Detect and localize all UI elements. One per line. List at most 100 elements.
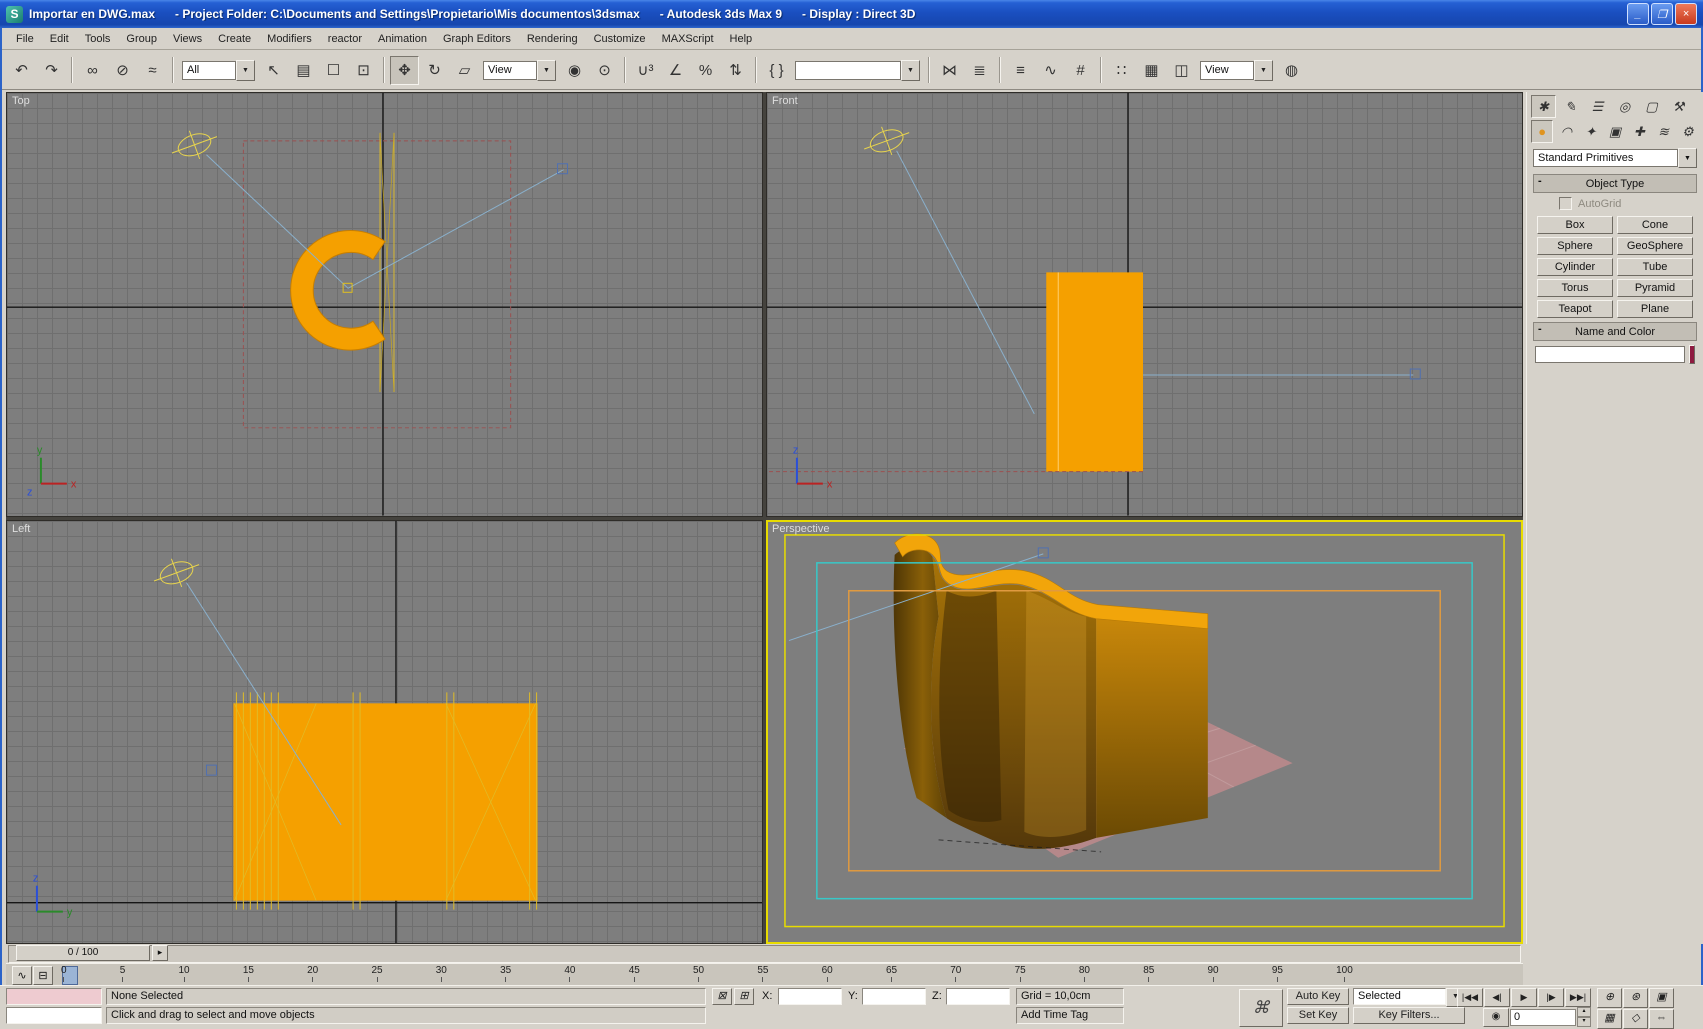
named-selection-dropdown[interactable]: ▼	[795, 59, 920, 81]
close-button[interactable]: ×	[1675, 3, 1697, 25]
extruded-c-shape-top-view[interactable]	[290, 230, 386, 351]
z-coordinate-field[interactable]	[946, 988, 1010, 1005]
subtab-shapes[interactable]: ◠	[1555, 120, 1577, 143]
object-type-rollout-header[interactable]: - Object Type	[1533, 174, 1697, 193]
extrusion-wireframe-edge[interactable]	[379, 132, 395, 392]
object-type-button[interactable]: Teapot	[1537, 300, 1613, 318]
extruded-c-shape-3d[interactable]	[893, 533, 1209, 849]
unlink-selection-button[interactable]: ⊘	[108, 56, 137, 85]
helper-node-square[interactable]	[1409, 368, 1421, 380]
subtab-lights[interactable]: ✦	[1580, 120, 1602, 143]
open-mini-curve-editor-button[interactable]: ∿	[12, 966, 32, 985]
spinner-snap-toggle[interactable]: ⇅	[721, 56, 750, 85]
name-and-color-rollout-header[interactable]: - Name and Color	[1533, 322, 1697, 341]
zoom-extents-button[interactable]: ▣	[1649, 988, 1674, 1008]
subtab-space-warps[interactable]: ≋	[1652, 120, 1674, 143]
chevron-down-icon[interactable]: ▼	[901, 59, 920, 81]
menu-item[interactable]: Views	[165, 31, 210, 47]
object-type-button[interactable]: Sphere	[1537, 237, 1613, 255]
object-type-button[interactable]: Plane	[1617, 300, 1693, 318]
tab-hierarchy[interactable]: ☰	[1585, 95, 1610, 118]
viewport-top[interactable]: Top y x z	[6, 92, 763, 517]
reference-coordinate-dropdown[interactable]: View ▼	[483, 59, 556, 81]
viewport-top-label[interactable]: Top	[12, 95, 30, 107]
tab-modify[interactable]: ✎	[1558, 95, 1583, 118]
window-crossing-toggle[interactable]: ⊡	[349, 56, 378, 85]
minimize-button[interactable]: _	[1627, 3, 1649, 25]
key-selection-dropdown[interactable]: Selected ▼	[1353, 988, 1465, 1007]
previous-frame-button[interactable]: ◀|	[1484, 988, 1510, 1007]
edit-named-selection-sets-button[interactable]: { }	[762, 56, 791, 85]
goto-end-button[interactable]: ▶▶|	[1565, 988, 1591, 1007]
primitive-category-dropdown[interactable]: Standard Primitives ▼	[1533, 148, 1697, 168]
bind-to-space-warp-button[interactable]: ≈	[138, 56, 167, 85]
x-coordinate-field[interactable]	[778, 988, 842, 1005]
track-bar-filter-button[interactable]: ⊟	[33, 966, 53, 985]
helper-gizmo[interactable]	[167, 123, 222, 167]
selection-lock-toggle[interactable]: ⊠	[712, 988, 732, 1005]
viewport-left[interactable]: Left z y	[6, 519, 763, 944]
viewport-front[interactable]: Front z x	[766, 92, 1523, 517]
menu-item[interactable]: Customize	[586, 31, 654, 47]
y-coordinate-input[interactable]	[867, 989, 925, 1004]
mirror-button[interactable]: ⋈	[935, 56, 964, 85]
render-setup-button[interactable]: ▦	[1137, 56, 1166, 85]
chevron-down-icon[interactable]: ▼	[1254, 59, 1273, 81]
menu-item[interactable]: Edit	[42, 31, 77, 47]
chevron-down-icon[interactable]: ▼	[1678, 148, 1697, 168]
select-and-link-button[interactable]: ∞	[78, 56, 107, 85]
z-coordinate-input[interactable]	[951, 989, 1009, 1004]
time-slider-handle[interactable]: 0 / 100	[16, 945, 150, 961]
quick-render-button[interactable]: ◍	[1277, 56, 1306, 85]
zoom-extents-all-button[interactable]: ▦	[1597, 1009, 1622, 1029]
viewport-left-label[interactable]: Left	[12, 523, 30, 535]
set-key-button[interactable]: Set Key	[1287, 1007, 1349, 1024]
absolute-offset-toggle[interactable]: ⊞	[734, 988, 754, 1005]
chevron-down-icon[interactable]: ▼	[537, 59, 556, 81]
subtab-geometry[interactable]: ●	[1531, 120, 1554, 143]
select-by-name-button[interactable]: ▤	[289, 56, 318, 85]
pan-button[interactable]: ⇔	[1649, 1009, 1674, 1029]
undo-button[interactable]: ↶	[7, 56, 36, 85]
angle-snap-toggle[interactable]: ∠	[661, 56, 690, 85]
subtab-systems[interactable]: ⚙	[1677, 120, 1699, 143]
viewport-perspective-label[interactable]: Perspective	[772, 523, 829, 535]
object-name-input[interactable]	[1535, 346, 1685, 363]
curve-editor-button[interactable]: ∿	[1036, 56, 1065, 85]
tab-motion[interactable]: ◎	[1612, 95, 1637, 118]
key-filters-button[interactable]: Key Filters...	[1353, 1007, 1465, 1024]
object-type-button[interactable]: Cylinder	[1537, 258, 1613, 276]
set-key-mode-button[interactable]: ⌘	[1239, 989, 1283, 1027]
zoom-all-button[interactable]: ⊛	[1623, 988, 1648, 1008]
viewport-perspective[interactable]: Perspective	[766, 519, 1523, 944]
rendered-frame-window-button[interactable]: ◫	[1167, 56, 1196, 85]
helper-node-square[interactable]	[1037, 546, 1049, 558]
x-coordinate-input[interactable]	[783, 989, 841, 1004]
subtab-cameras[interactable]: ▣	[1604, 120, 1626, 143]
field-of-view-button[interactable]: ◇	[1623, 1009, 1648, 1029]
selection-filter-dropdown[interactable]: All ▼	[182, 59, 255, 81]
track-bar[interactable]: ∿ ⊟ 0 5 10 15 20 25 30 35 40 45 50 55 60 65 70 75 80 85 90…	[6, 963, 1523, 987]
object-color-swatch[interactable]	[1689, 345, 1695, 364]
object-type-button[interactable]: Cone	[1617, 216, 1693, 234]
redo-button[interactable]: ↷	[37, 56, 66, 85]
y-coordinate-field[interactable]	[862, 988, 926, 1005]
current-frame-field[interactable]: 0	[1510, 1008, 1576, 1026]
menu-item[interactable]: reactor	[320, 31, 370, 47]
add-time-tag[interactable]: Add Time Tag	[1016, 1007, 1124, 1024]
layer-manager-button[interactable]: ≡	[1006, 56, 1035, 85]
align-button[interactable]: ≣	[965, 56, 994, 85]
snap-toggle-button[interactable]: ∪³	[631, 56, 660, 85]
chevron-down-icon[interactable]: ▼	[236, 59, 255, 81]
material-editor-button[interactable]: ∷	[1107, 56, 1136, 85]
viewport-front-label[interactable]: Front	[772, 95, 798, 107]
autogrid-checkbox[interactable]	[1559, 197, 1572, 210]
rectangular-selection-region-button[interactable]: ☐	[319, 56, 348, 85]
percent-snap-toggle[interactable]: %	[691, 56, 720, 85]
menu-item[interactable]: Help	[722, 31, 761, 47]
play-button[interactable]: ▶	[1511, 988, 1537, 1007]
menu-item[interactable]: File	[8, 31, 42, 47]
menu-item[interactable]: Modifiers	[259, 31, 320, 47]
select-and-manipulate-button[interactable]: ⊙	[590, 56, 619, 85]
zoom-button[interactable]: ⊕	[1597, 988, 1622, 1008]
